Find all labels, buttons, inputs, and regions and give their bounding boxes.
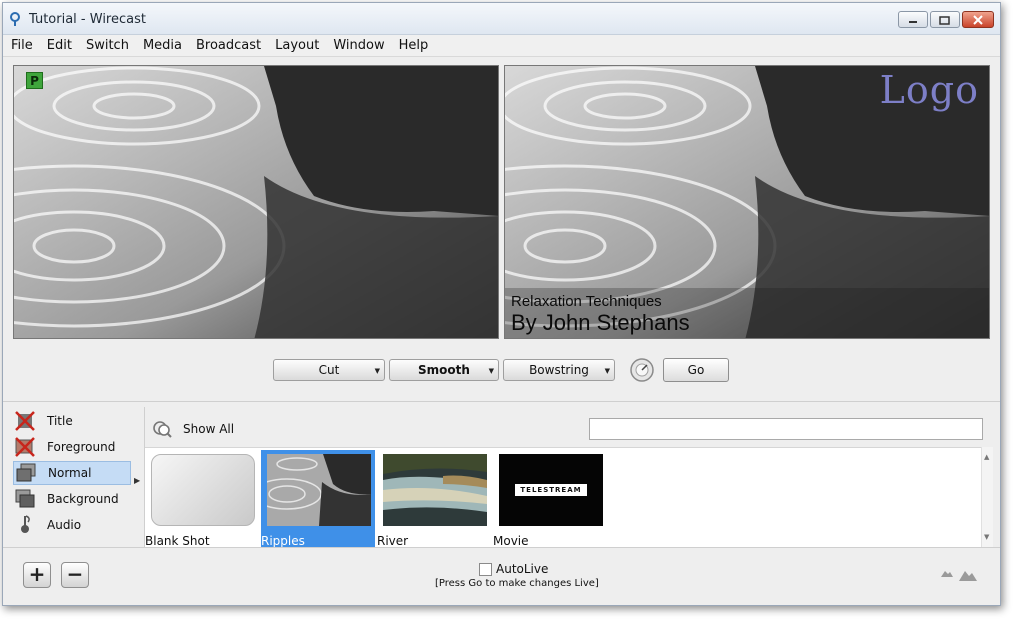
menu-edit[interactable]: Edit <box>47 38 72 53</box>
autolive-label: AutoLive <box>496 562 549 576</box>
dropdown-arrow-icon: ▼ <box>488 367 494 375</box>
menu-window[interactable]: Window <box>333 38 384 53</box>
minimize-button[interactable] <box>898 11 928 28</box>
dropdown-arrow-icon: ▼ <box>374 367 380 375</box>
dropdown-arrow-icon: ▼ <box>604 367 610 375</box>
cut-label: Cut <box>318 363 340 377</box>
maximize-button[interactable] <box>930 11 960 28</box>
smooth-label: Smooth <box>418 363 470 377</box>
ripples-image <box>14 66 498 338</box>
menu-help[interactable]: Help <box>399 38 429 53</box>
layer-label: Foreground <box>47 440 116 454</box>
transition-controls: Cut ▼ Smooth ▼ Bowstring ▼ Go <box>273 358 729 382</box>
menu-layout[interactable]: Layout <box>275 38 319 53</box>
transition-speed-icon[interactable] <box>629 357 655 383</box>
lower-third-line1: Relaxation Techniques <box>511 293 662 310</box>
layer-audio[interactable]: Audio <box>13 513 131 537</box>
close-button[interactable] <box>962 11 994 28</box>
panel-divider <box>3 401 1000 402</box>
autolive-toggle[interactable]: AutoLive <box>479 562 548 576</box>
movie-thumbnail: TELESTREAM <box>499 454 603 526</box>
menu-bar: File Edit Switch Media Broadcast Layout … <box>3 35 1000 57</box>
large-mountain-icon[interactable] <box>958 568 978 582</box>
title-layer-icon <box>15 411 35 431</box>
scroll-down-icon[interactable]: ▼ <box>984 533 989 541</box>
autolive-note: [Press Go to make changes Live] <box>435 578 599 589</box>
shot-movie[interactable]: TELESTREAM Movie <box>493 450 607 548</box>
menu-switch[interactable]: Switch <box>86 38 129 53</box>
show-all-label[interactable]: Show All <box>183 422 234 436</box>
shot-list-scrollbar[interactable]: ▲ ▼ <box>981 447 993 547</box>
blank-shot-thumbnail <box>151 454 255 526</box>
shot-river[interactable]: River <box>377 450 491 548</box>
shot-blank[interactable]: Blank Shot <box>145 450 259 548</box>
normal-layer-icon <box>16 463 36 482</box>
window-title: Tutorial - Wirecast <box>29 12 146 27</box>
bottom-bar: + − AutoLive [Press Go to make changes L… <box>3 547 1000 607</box>
shot-label: Movie <box>493 534 529 548</box>
autolive-checkbox[interactable] <box>479 562 492 576</box>
shot-list: Blank Shot Ripples River TELESTREAM Movi… <box>145 447 981 548</box>
close-icon <box>973 14 983 25</box>
live-monitor: Logo Relaxation Techniques By John Steph… <box>504 65 990 339</box>
menu-file[interactable]: File <box>11 38 33 53</box>
title-bar: Tutorial - Wirecast <box>3 3 1000 35</box>
layer-background[interactable]: Background <box>13 487 131 511</box>
smooth-transition-dropdown[interactable]: Smooth ▼ <box>389 359 499 381</box>
audio-layer-icon <box>21 515 30 533</box>
layer-title[interactable]: Title <box>13 409 131 433</box>
background-layer-icon <box>15 489 35 508</box>
window-controls <box>898 11 994 28</box>
preview-monitor[interactable]: P <box>13 65 499 339</box>
bowstring-label: Bowstring <box>529 363 589 377</box>
search-input[interactable] <box>589 418 983 440</box>
preview-area: P Logo Relaxation Techniques By John Ste… <box>11 65 993 341</box>
layer-label: Normal <box>48 466 92 480</box>
cut-transition-dropdown[interactable]: Cut ▼ <box>273 359 385 381</box>
menu-broadcast[interactable]: Broadcast <box>196 38 261 53</box>
restore-icon <box>939 15 950 25</box>
layers-panel: Title Foreground Normal Background Audio… <box>13 407 143 545</box>
scroll-up-icon[interactable]: ▲ <box>984 453 989 461</box>
shots-header: Show All <box>145 413 993 447</box>
show-all-icon[interactable] <box>151 419 173 439</box>
foreground-layer-icon <box>15 437 35 457</box>
shot-ripples[interactable]: Ripples <box>261 450 375 548</box>
layer-foreground[interactable]: Foreground <box>13 435 131 459</box>
shot-label: Blank Shot <box>145 534 210 548</box>
menu-media[interactable]: Media <box>143 38 182 53</box>
logo-overlay: Logo <box>879 68 979 112</box>
wirecast-app-icon <box>10 12 20 26</box>
go-button[interactable]: Go <box>663 358 729 382</box>
telestream-logo: TELESTREAM <box>515 484 587 496</box>
app-window: Tutorial - Wirecast File Edit Switch Med… <box>2 2 1001 606</box>
preview-badge: P <box>26 72 43 89</box>
lower-third-line2: By John Stephans <box>511 310 690 335</box>
bowstring-transition-dropdown[interactable]: Bowstring ▼ <box>503 359 615 381</box>
minimize-icon <box>909 20 917 23</box>
small-mountain-icon[interactable] <box>940 568 954 578</box>
layer-expand-arrow-icon[interactable]: ▶ <box>134 476 140 485</box>
shot-label: Ripples <box>261 534 305 548</box>
layer-label: Title <box>47 414 73 428</box>
status-icons <box>940 568 978 582</box>
river-thumbnail <box>383 454 487 526</box>
layer-label: Audio <box>47 518 82 532</box>
remove-shot-button[interactable]: − <box>61 562 89 588</box>
shot-label: River <box>377 534 409 548</box>
add-shot-button[interactable]: + <box>23 562 51 588</box>
layer-label: Background <box>47 492 119 506</box>
ripples-thumbnail <box>267 454 371 526</box>
layer-normal[interactable]: Normal <box>13 461 131 485</box>
